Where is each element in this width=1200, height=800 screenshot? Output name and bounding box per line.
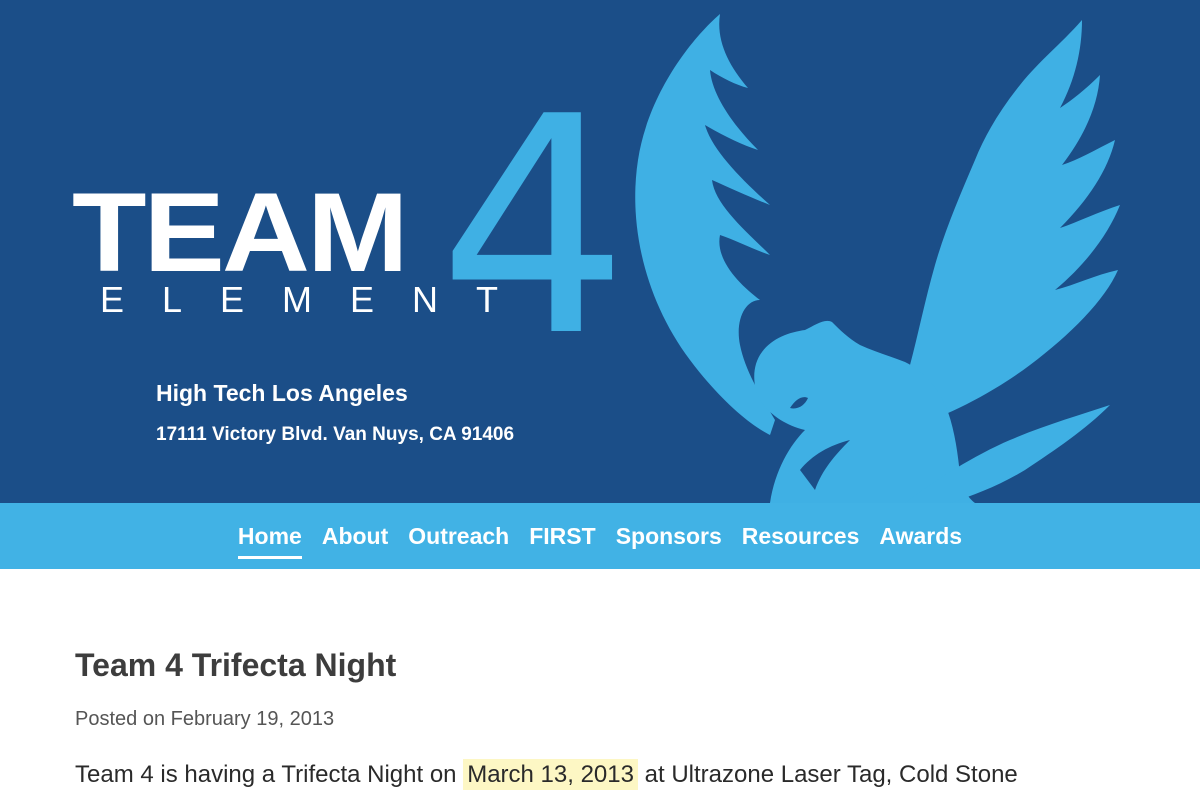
nav-item-sponsors[interactable]: Sponsors xyxy=(616,519,722,554)
main-navigation: Home About Outreach FIRST Sponsors Resou… xyxy=(0,503,1200,569)
nav-item-about[interactable]: About xyxy=(322,519,388,554)
post-body-text-continued: at Ultrazone Laser Tag, Cold Stone xyxy=(637,761,1018,788)
main-content: Team 4 Trifecta Night Posted on February… xyxy=(0,569,1200,797)
nav-item-resources[interactable]: Resources xyxy=(742,519,860,554)
blog-post: Team 4 Trifecta Night Posted on February… xyxy=(75,647,1125,797)
post-body: Team 4 is having a Trifecta Night on Mar… xyxy=(75,753,1135,797)
post-body-text: Team 4 is having a Trifecta Night on xyxy=(75,761,464,788)
logo-element-text: ELEMENT xyxy=(100,279,537,320)
logo-team-text: TEAM xyxy=(72,169,409,295)
site-header: 4 TEAM ELEMENT High Tech Los Angeles 171… xyxy=(0,0,1200,503)
nav-item-awards[interactable]: Awards xyxy=(879,519,962,554)
school-address: 17111 Victory Blvd. Van Nuys, CA 91406 xyxy=(156,424,515,445)
post-title[interactable]: Team 4 Trifecta Night xyxy=(75,647,1125,684)
nav-item-first[interactable]: FIRST xyxy=(529,519,595,554)
event-date-highlight: March 13, 2013 xyxy=(463,759,638,790)
nav-item-outreach[interactable]: Outreach xyxy=(408,519,509,554)
post-date: Posted on February 19, 2013 xyxy=(75,708,335,730)
logo-number: 4 xyxy=(438,53,629,402)
school-name: High Tech Los Angeles xyxy=(156,380,408,406)
nav-item-home[interactable]: Home xyxy=(237,519,302,559)
